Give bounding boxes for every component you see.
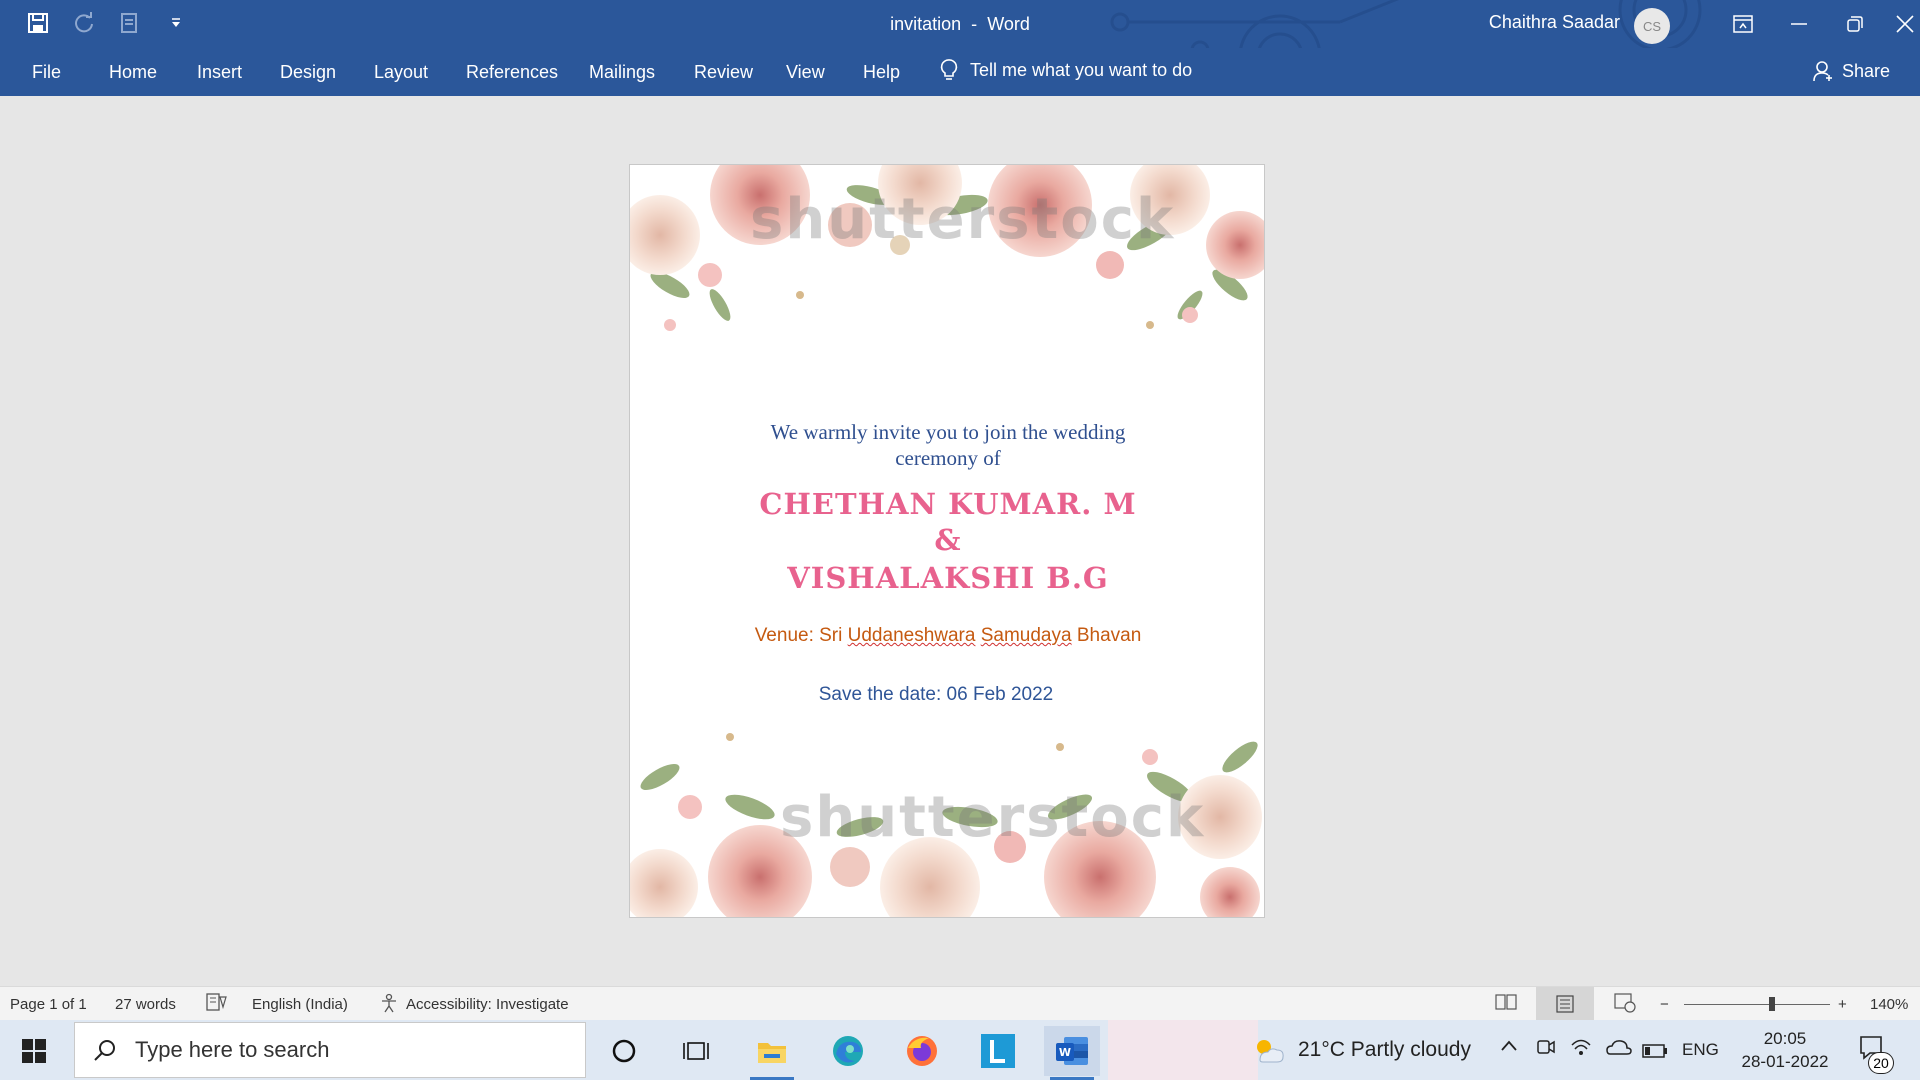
web-layout-icon[interactable] [1614,993,1636,1017]
share-button[interactable]: Share [1812,60,1890,82]
venue-suffix: Bhavan [1076,625,1142,646]
tell-me-label: Tell me what you want to do [970,59,1193,80]
zoom-level[interactable]: 140% [1870,996,1908,1013]
meet-now-icon[interactable] [1536,1037,1556,1063]
status-bar: Page 1 of 1 27 words English (India) Acc… [0,986,1920,1020]
minimize-button[interactable] [1774,0,1824,48]
windows-logo-icon [22,1039,46,1063]
search-icon [94,1040,115,1061]
clock-date: 28-01-2022 [1741,1052,1829,1071]
taskbar-widget-area [1108,1020,1258,1080]
print-layout-icon[interactable] [1536,987,1594,1020]
word-count[interactable]: 27 words [115,996,176,1013]
accessibility-icon[interactable] [380,993,402,1017]
window-title: invitation - Word [0,14,1920,35]
share-label: Share [1841,60,1890,81]
tab-mailings[interactable]: Mailings [589,62,655,83]
proofing-icon[interactable] [206,993,228,1015]
onedrive-icon[interactable] [1606,1038,1632,1062]
start-button[interactable] [6,1026,62,1076]
groom-name: CHETHAN KUMAR. M [759,487,1137,521]
tab-file[interactable]: File [32,62,61,83]
watermark-top: shutterstock [750,187,1176,252]
venue-word-spellcheck[interactable]: Uddaneshwara [848,625,976,646]
tab-design[interactable]: Design [280,62,336,83]
tab-layout[interactable]: Layout [374,62,428,83]
title-bar: invitation - Word Chaithra Saadar CS [0,0,1920,48]
watermark-bottom: shutterstock [780,785,1206,850]
intro-line-1: We warmly invite you to join the wedding [770,420,1126,444]
word-app-icon[interactable]: W [1044,1026,1100,1080]
ribbon-tabs: File Home Insert Design Layout Reference… [0,48,1920,96]
ampersand: & [934,523,962,557]
zoom-out-button[interactable]: − [1660,996,1669,1013]
page-count[interactable]: Page 1 of 1 [10,996,87,1013]
save-the-date: Save the date: 06 Feb 2022 [818,684,1054,705]
close-button[interactable] [1880,0,1920,48]
accessibility-status[interactable]: Accessibility: Investigate [406,996,569,1013]
wifi-icon[interactable] [1570,1037,1592,1063]
language-indicator[interactable]: English (India) [252,996,348,1013]
invitation-intro: We warmly invite you to join the wedding… [630,419,1264,471]
user-name[interactable]: Chaithra Saadar [1489,12,1620,33]
restore-button[interactable] [1830,0,1880,48]
weather-icon[interactable] [1244,1026,1294,1076]
file-explorer-icon[interactable] [744,1026,800,1080]
input-language[interactable]: ENG [1682,1040,1719,1060]
svg-text:W: W [1059,1046,1071,1059]
tab-references[interactable]: References [466,62,558,83]
title-separator: - [971,14,978,34]
chevron-up-icon[interactable] [1500,1035,1518,1059]
edge-browser-icon[interactable] [820,1026,876,1076]
clock[interactable]: 20:05 28-01-2022 [1730,1027,1840,1073]
cortana-icon[interactable] [596,1026,652,1076]
zoom-slider-thumb[interactable] [1768,997,1775,1011]
intro-line-2: ceremony of [895,446,1001,470]
bride-name: VISHALAKSHI B.G [787,561,1109,595]
zoom-slider[interactable] [1684,997,1830,1011]
avatar[interactable]: CS [1634,8,1670,44]
search-placeholder: Type here to search [135,1037,330,1062]
document-page[interactable]: shutterstock We warmly invite you to joi… [629,164,1265,918]
venue-line: Venue: Sri Uddaneshwara Samudaya Bhavan [630,625,1264,647]
venue-word-spellcheck[interactable]: Samudaya [981,625,1072,646]
read-mode-icon[interactable] [1495,993,1517,1015]
tab-insert[interactable]: Insert [197,62,242,83]
zoom-in-button[interactable]: + [1838,996,1847,1013]
tell-me-search[interactable]: Tell me what you want to do [940,58,1192,82]
document-canvas: shutterstock We warmly invite you to joi… [0,96,1920,986]
tab-home[interactable]: Home [109,62,157,83]
lightbulb-icon [940,59,958,80]
weather-text[interactable]: 21°C Partly cloudy [1298,1038,1471,1062]
firefox-icon[interactable] [894,1026,950,1076]
windows-taskbar: Type here to search W 21°C Partly cloudy… [0,1020,1920,1080]
task-view-icon[interactable] [668,1026,724,1076]
taskbar-search-box[interactable]: Type here to search [74,1022,586,1078]
document-name: invitation [890,14,962,34]
ribbon-display-options-button[interactable] [1718,0,1768,48]
clock-time: 20:05 [1763,1029,1807,1048]
notification-count-badge: 20 [1868,1052,1894,1074]
app-name: Word [987,14,1030,34]
tab-review[interactable]: Review [694,62,753,83]
l-app-icon[interactable] [970,1026,1026,1076]
tab-view[interactable]: View [786,62,825,83]
person-icon [1813,61,1832,82]
venue-prefix: Venue: Sri [754,625,843,646]
battery-icon[interactable] [1642,1040,1668,1064]
tab-help[interactable]: Help [863,62,900,83]
